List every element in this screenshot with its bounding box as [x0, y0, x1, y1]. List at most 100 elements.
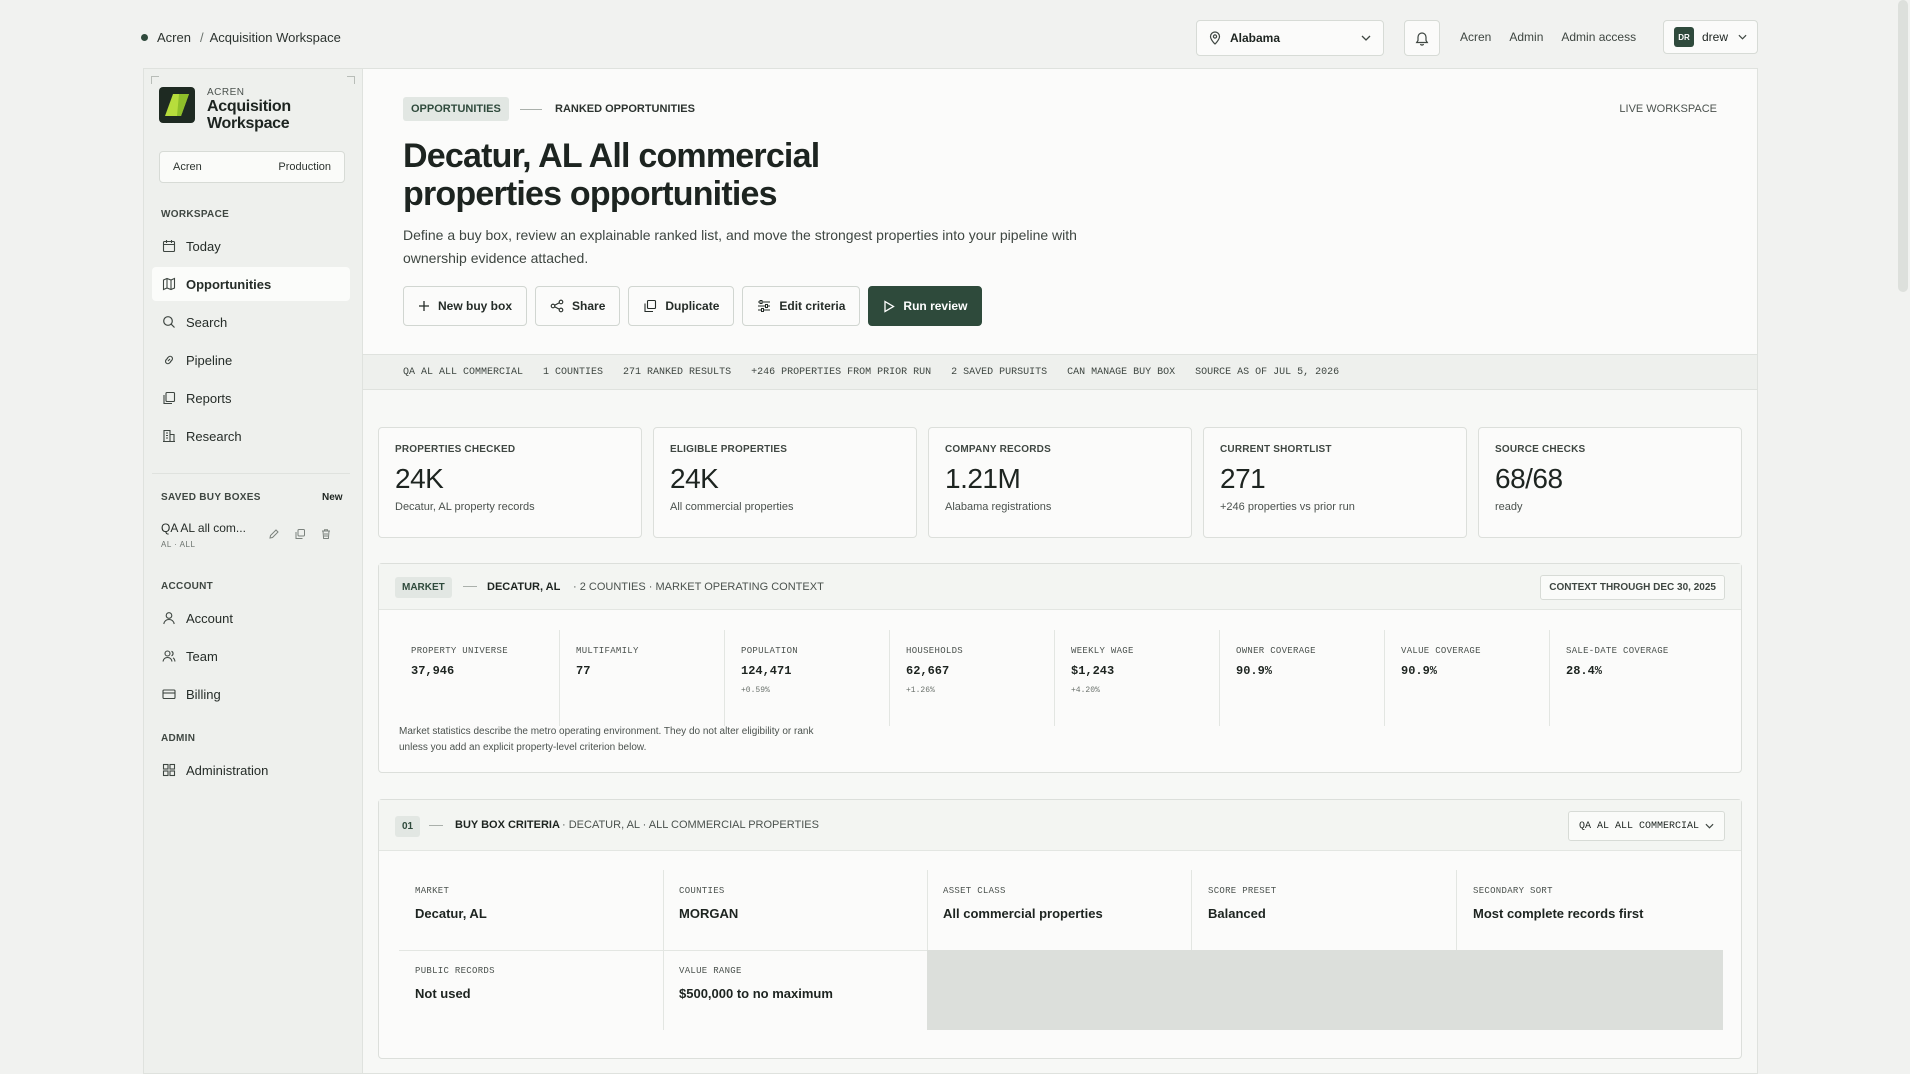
criteria-cell[interactable]: SECONDARY SORT Most complete records firs…	[1457, 870, 1722, 950]
sidebar-item-pipeline[interactable]: Pipeline	[152, 343, 350, 377]
page-header: OPPORTUNITIES RANKED OPPORTUNITIES LIVE …	[363, 69, 1757, 354]
sidebar-item-administration[interactable]: Administration	[152, 753, 350, 787]
user-name: drew	[1702, 30, 1729, 44]
criteria-context: · DECATUR, AL · ALL COMMERCIAL PROPERTIE…	[562, 819, 819, 831]
page-scrollbar[interactable]	[1898, 0, 1908, 292]
new-buy-box-link[interactable]: New	[322, 492, 343, 503]
sidebar-item-reports[interactable]: Reports	[152, 381, 350, 415]
criteria-title: BUY BOX CRITERIA	[455, 819, 560, 831]
buy-box-select[interactable]: QA AL ALL COMMERCIAL	[1568, 811, 1725, 841]
criteria-empty-area	[927, 950, 1723, 1030]
sidebar-item-today[interactable]: Today	[152, 229, 350, 263]
stat-value: $1,243	[1071, 664, 1115, 678]
stat-value: 124,471	[741, 664, 792, 678]
top-link-acren[interactable]: Acren	[1460, 30, 1491, 44]
search-icon	[162, 315, 176, 329]
criteria-cell[interactable]: PUBLIC RECORDS Not used	[399, 950, 664, 1030]
metric-card: SOURCE CHECKS 68/68 ready	[1478, 427, 1742, 538]
brand[interactable]: ACREN Acquisition Workspace	[159, 87, 291, 132]
map-pin-icon	[1209, 31, 1221, 45]
market-stat: PROPERTY UNIVERSE 37,946	[395, 630, 560, 726]
metric-subtext: Alabama registrations	[945, 501, 1052, 513]
saved-buy-box-item[interactable]: QA AL all com...	[161, 521, 246, 535]
metric-card: COMPANY RECORDS 1.21M Alabama registrati…	[928, 427, 1192, 538]
sidebar-item-research[interactable]: Research	[152, 419, 350, 453]
header-divider	[429, 825, 443, 826]
criteria-label: SECONDARY SORT	[1473, 886, 1553, 896]
top-links: Acren Admin Admin access	[1460, 30, 1654, 44]
metric-label: PROPERTIES CHECKED	[395, 444, 516, 455]
sidebar-item-label: Today	[186, 238, 221, 254]
metric-subtext: All commercial properties	[670, 501, 794, 513]
metric-card: CURRENT SHORTLIST 271 +246 properties vs…	[1203, 427, 1467, 538]
sidebar-item-label: Search	[186, 314, 228, 330]
section-pill: OPPORTUNITIES	[403, 97, 509, 121]
share-button[interactable]: Share	[535, 286, 621, 326]
trash-icon[interactable]	[320, 528, 332, 540]
context-date-badge: CONTEXT THROUGH DEC 30, 2025	[1540, 575, 1725, 600]
region-value: Alabama	[1230, 31, 1281, 45]
metric-value: 68/68	[1495, 463, 1563, 494]
criteria-value: Decatur, AL	[415, 906, 487, 921]
sidebar-item-label: Administration	[186, 762, 269, 778]
sidebar-item-label: Pipeline	[186, 352, 233, 368]
environment-switcher[interactable]: Acren Production	[159, 151, 345, 183]
criteria-label: PUBLIC RECORDS	[415, 966, 495, 976]
criteria-cell[interactable]: COUNTIES MORGAN	[663, 870, 928, 950]
top-link-admin-access[interactable]: Admin access	[1561, 30, 1636, 44]
new-buy-box-button[interactable]: New buy box	[403, 286, 528, 326]
metric-subtext: +246 properties vs prior run	[1220, 501, 1355, 513]
sidebar-item-team[interactable]: Team	[152, 639, 350, 673]
duplicate-button[interactable]: Duplicate	[628, 286, 735, 326]
pill-divider	[520, 109, 542, 110]
criteria-cell[interactable]: SCORE PRESET Balanced	[1192, 870, 1457, 950]
criteria-cell[interactable]: MARKET Decatur, AL	[399, 870, 664, 950]
criteria-label: SCORE PRESET	[1208, 886, 1277, 896]
market-stat: SALE-DATE COVERAGE 28.4%	[1550, 630, 1715, 726]
sidebar-item-account[interactable]: Account	[152, 601, 350, 635]
stat-value: 90.9%	[1401, 664, 1438, 678]
sidebar-item-billing[interactable]: Billing	[152, 677, 350, 711]
sidebar-item-opportunities[interactable]: Opportunities	[152, 267, 350, 301]
main-panel: OPPORTUNITIES RANKED OPPORTUNITIES LIVE …	[362, 68, 1758, 1074]
market-panel: MARKET DECATUR, AL · 2 COUNTIES · MARKET…	[378, 563, 1742, 773]
user-menu[interactable]: DR drew	[1663, 20, 1758, 54]
criteria-value: All commercial properties	[943, 906, 1103, 921]
region-select[interactable]: Alabama	[1196, 20, 1384, 56]
top-link-admin[interactable]: Admin	[1509, 30, 1543, 44]
criteria-value: $500,000 to no maximum	[679, 986, 833, 1001]
breadcrumb-separator: /	[199, 30, 204, 45]
edit-criteria-button[interactable]: Edit criteria	[742, 286, 861, 326]
metric-label: CURRENT SHORTLIST	[1220, 444, 1332, 455]
criteria-cell[interactable]: ASSET CLASS All commercial properties	[927, 870, 1192, 950]
copy-icon	[643, 299, 657, 313]
button-label: Share	[572, 299, 606, 313]
brand-title: Acquisition	[207, 98, 291, 115]
sidebar-item-label: Account	[186, 610, 233, 626]
stat-value: 77	[576, 664, 591, 678]
edit-icon[interactable]	[268, 528, 280, 540]
button-label: Run review	[903, 299, 968, 313]
breadcrumb-root[interactable]: Acren	[157, 30, 191, 45]
env-org: Acren	[173, 161, 202, 173]
status-dot	[141, 34, 148, 41]
sidebar-item-search[interactable]: Search	[152, 305, 350, 339]
stat-label: PROPERTY UNIVERSE	[411, 646, 508, 656]
market-stat: HOUSEHOLDS 62,667 +1.26%	[890, 630, 1055, 726]
metric-value: 24K	[395, 463, 444, 494]
market-stat: OWNER COVERAGE 90.9%	[1220, 630, 1385, 726]
criteria-cell[interactable]: VALUE RANGE $500,000 to no maximum	[663, 950, 928, 1030]
sliders-icon	[757, 299, 771, 313]
notifications-button[interactable]	[1404, 20, 1440, 56]
breadcrumb: Acren / Acquisition Workspace	[141, 30, 341, 45]
market-stat: POPULATION 124,471 +0.59%	[725, 630, 890, 726]
duplicate-icon[interactable]	[294, 528, 306, 540]
run-review-button[interactable]: Run review	[868, 286, 983, 326]
status-bar: QA AL ALL COMMERCIAL 1 COUNTIES 271 RANK…	[363, 354, 1757, 390]
buy-box-select-value: QA AL ALL COMMERCIAL	[1579, 820, 1700, 832]
stat-label: MULTIFAMILY	[576, 646, 639, 656]
button-label: Edit criteria	[779, 299, 846, 313]
criteria-header: 01 BUY BOX CRITERIA · DECATUR, AL · ALL …	[379, 800, 1741, 851]
button-label: New buy box	[438, 299, 513, 313]
market-stats: PROPERTY UNIVERSE 37,946 MULTIFAMILY 77 PO…	[395, 630, 1715, 726]
